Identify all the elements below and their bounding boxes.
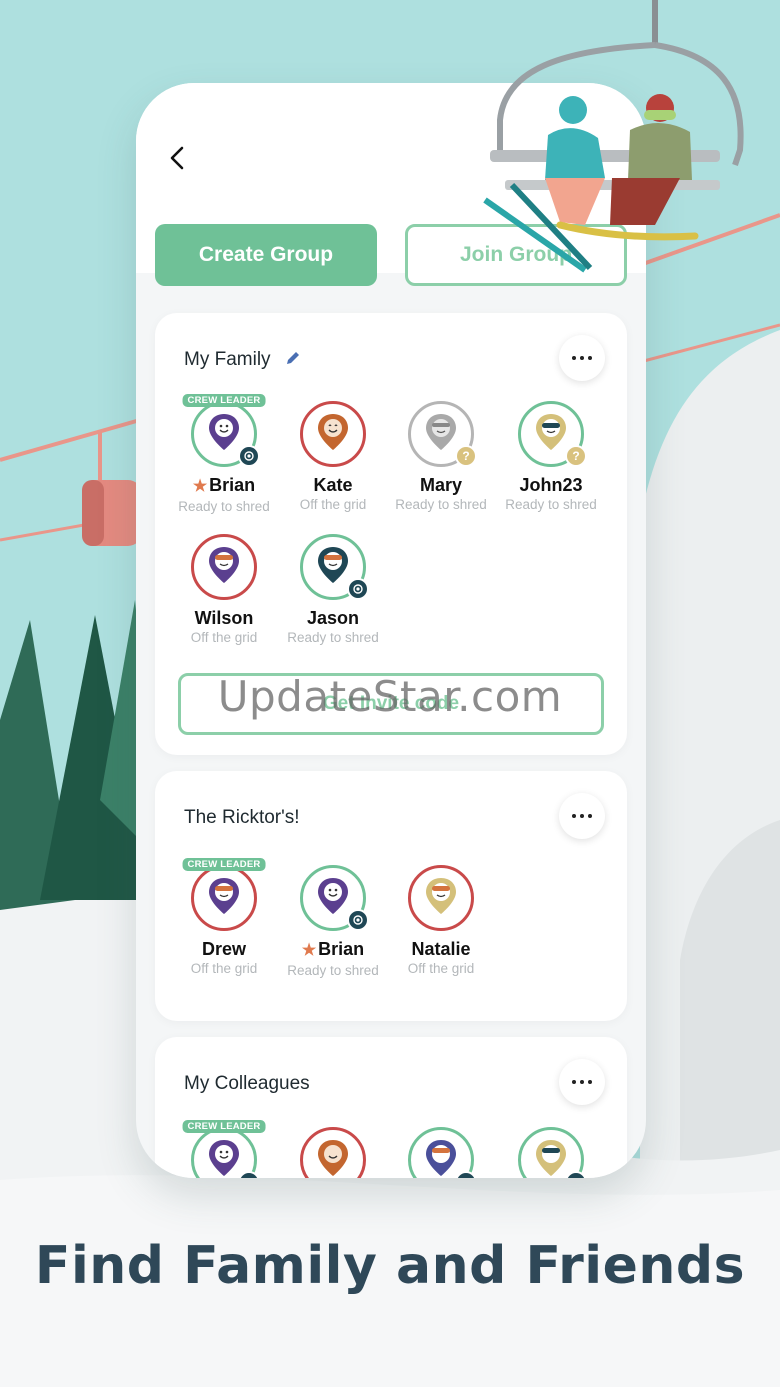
member-status: Ready to shred — [505, 497, 597, 512]
edit-pencil-icon[interactable] — [284, 349, 302, 367]
member-status: Ready to shred — [287, 630, 379, 645]
map-pin-avatar-icon — [300, 1127, 366, 1178]
member-wilson[interactable]: Wilson Off the grid — [169, 534, 279, 645]
member-status: Ready to shred — [287, 963, 379, 978]
get-invite-code-button[interactable]: Get Invite code — [178, 673, 604, 735]
member-jason[interactable]: Jason Ready to shred — [278, 534, 388, 645]
crew-leader-badge: CREW LEADER — [182, 1120, 266, 1133]
more-dot — [580, 1080, 584, 1084]
member-name: ★ Brian — [278, 939, 388, 961]
member-name: Kate — [313, 475, 353, 495]
member-status: Off the grid — [190, 961, 258, 976]
locate-target-icon — [347, 578, 369, 600]
member-name-text: Brian — [318, 939, 365, 959]
map-pin-avatar-icon — [408, 865, 474, 931]
more-options-button[interactable] — [559, 335, 605, 381]
group-title: My Family — [184, 349, 271, 370]
more-dot — [580, 356, 584, 360]
question-mark-icon: ? — [455, 445, 477, 467]
group-card-my-family: My Family CREW LEADER ★ Brian Ready to sh… — [155, 313, 627, 755]
member-name: Wilson — [194, 608, 254, 628]
member-name: Drew — [201, 939, 246, 959]
member-status: Ready to shred — [395, 497, 487, 512]
member-drew[interactable]: CREW LEADER Drew Off the grid — [169, 858, 279, 976]
member-status: Off the grid — [407, 961, 475, 976]
more-dot — [572, 1080, 576, 1084]
question-mark-icon: ? — [565, 445, 587, 467]
map-pin-avatar-icon — [191, 865, 257, 931]
member-name: Jason — [306, 608, 360, 628]
group-card-the-ricktors: The Ricktor's! CREW LEADER Drew Off the … — [155, 771, 627, 1021]
map-pin-avatar-icon — [191, 534, 257, 600]
member-name: John23 — [519, 475, 583, 495]
member-brian[interactable]: ★ Brian Ready to shred — [278, 865, 388, 978]
caption-headline: Find Family and Friends — [34, 1236, 746, 1296]
member-brian[interactable]: CREW LEADER ★ Brian Ready to shred — [169, 394, 279, 514]
group-card-my-colleagues: My Colleagues CREW LEADER — [155, 1037, 627, 1178]
star-icon: ★ — [192, 478, 208, 495]
join-group-button[interactable]: Join Group — [405, 224, 627, 286]
member-status: Off the grid — [299, 497, 367, 512]
create-group-button[interactable]: Create Group — [155, 224, 377, 286]
member-name: ★ Brian — [169, 475, 279, 497]
phone-screen: Create Group Join Group My Family CREW L… — [136, 83, 646, 1178]
crew-leader-badge: CREW LEADER — [182, 858, 266, 871]
more-dot — [588, 1080, 592, 1084]
more-dot — [580, 814, 584, 818]
member-avatar-partial[interactable] — [278, 1127, 388, 1178]
group-title: My Colleagues — [184, 1073, 310, 1094]
member-name-text: Brian — [209, 475, 256, 495]
member-kate[interactable]: Kate Off the grid — [278, 401, 388, 512]
more-dot — [588, 356, 592, 360]
more-options-button[interactable] — [559, 1059, 605, 1105]
more-dot — [572, 814, 576, 818]
back-button[interactable] — [164, 141, 194, 175]
member-natalie[interactable]: Natalie Off the grid — [386, 865, 496, 976]
locate-target-icon — [347, 909, 369, 931]
member-status: Off the grid — [190, 630, 258, 645]
member-mary[interactable]: ? Mary Ready to shred — [386, 401, 496, 512]
crew-leader-badge: CREW LEADER — [182, 394, 266, 407]
member-john23[interactable]: ? John23 Ready to shred — [496, 401, 606, 512]
star-icon: ★ — [301, 942, 317, 959]
locate-target-icon — [238, 445, 260, 467]
member-avatar-partial[interactable] — [496, 1127, 606, 1178]
member-avatar-partial[interactable]: CREW LEADER — [169, 1120, 279, 1178]
more-dot — [588, 814, 592, 818]
more-options-button[interactable] — [559, 793, 605, 839]
group-title: The Ricktor's! — [184, 807, 300, 828]
member-name: Mary — [419, 475, 463, 495]
back-chevron-icon — [170, 146, 184, 170]
member-status: Ready to shred — [178, 499, 270, 514]
member-avatar-partial[interactable] — [386, 1127, 496, 1178]
map-pin-avatar-icon — [300, 401, 366, 467]
more-dot — [572, 356, 576, 360]
member-name: Natalie — [411, 939, 471, 959]
